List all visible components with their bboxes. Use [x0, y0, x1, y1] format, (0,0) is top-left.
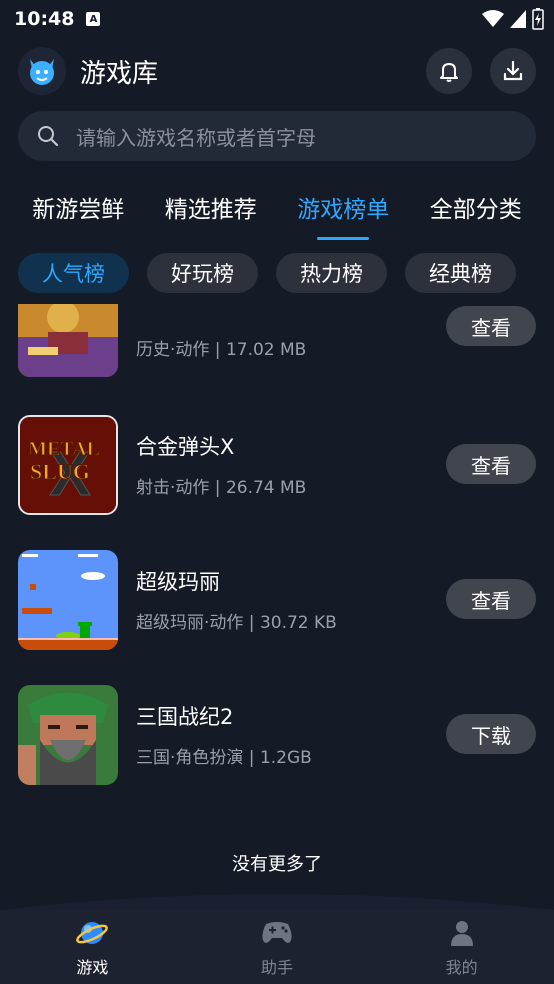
gamepad-icon [260, 916, 294, 950]
search-icon [38, 126, 59, 147]
nav-label: 助手 [261, 958, 294, 977]
chip-classic[interactable]: 经典榜 [405, 253, 516, 293]
nav-assistant[interactable]: 助手 [185, 910, 370, 984]
game-name: 三国战纪2 [136, 705, 234, 729]
notification-button[interactable] [426, 48, 472, 94]
download-game-button[interactable]: 下载 [446, 714, 536, 754]
notification-a-icon: A [86, 12, 101, 26]
chip-popular[interactable]: 人气榜 [18, 253, 129, 293]
thumb-title-line1: METAL [28, 438, 100, 460]
view-button[interactable]: 查看 [446, 444, 536, 484]
app-header: 游戏库 [18, 44, 536, 98]
search-input[interactable]: 请输入游戏名称或者首字母 [18, 111, 536, 161]
game-list: 历史·动作 | 17.02 MB 查看 X METAL SLUG 合金弹头X 射… [0, 304, 554, 904]
status-time: 10:48 [14, 8, 75, 30]
view-button[interactable]: 查看 [446, 306, 536, 346]
game-thumbnail [18, 685, 118, 785]
chip-fun[interactable]: 好玩榜 [147, 253, 258, 293]
nav-label: 我的 [445, 958, 478, 977]
list-item[interactable]: 三国战纪2 三国·角色扮演 | 1.2GB 下载 [18, 685, 536, 785]
tab-rankings[interactable]: 游戏榜单 [297, 186, 389, 240]
battery-icon [532, 8, 544, 30]
game-meta: 三国·角色扮演 | 1.2GB [136, 748, 312, 768]
tab-all-categories[interactable]: 全部分类 [430, 186, 522, 234]
bottom-navigation: 游戏 助手 我的 [0, 910, 554, 984]
game-name: 合金弹头X [136, 435, 235, 459]
list-item[interactable]: X METAL SLUG 合金弹头X 射击·动作 | 26.74 MB 查看 [18, 415, 536, 515]
wifi-icon [482, 10, 504, 27]
list-item[interactable]: 历史·动作 | 17.02 MB 查看 [18, 304, 536, 377]
list-item[interactable]: 超级玛丽 超级玛丽·动作 | 30.72 KB 查看 [18, 550, 536, 650]
bell-icon [440, 63, 458, 82]
game-thumbnail [18, 550, 118, 650]
user-icon [445, 916, 479, 950]
thumb-title-line2: SLUG [30, 459, 90, 484]
tab-featured[interactable]: 精选推荐 [165, 186, 257, 234]
status-bar: 10:48 A [0, 0, 554, 38]
main-tabs: 新游尝鲜 精选推荐 游戏榜单 全部分类 [0, 186, 554, 240]
ranking-filter-tabs: 人气榜 好玩榜 热力榜 经典榜 [18, 253, 538, 293]
game-name: 超级玛丽 [136, 570, 220, 594]
game-thumbnail [18, 304, 118, 377]
page-title: 游戏库 [80, 58, 159, 89]
nav-profile[interactable]: 我的 [369, 910, 554, 984]
chip-hot[interactable]: 热力榜 [276, 253, 387, 293]
nav-label: 游戏 [76, 958, 109, 977]
tab-new-games[interactable]: 新游尝鲜 [32, 186, 124, 234]
signal-icon [510, 10, 526, 28]
download-button[interactable] [490, 48, 536, 94]
search-placeholder: 请输入游戏名称或者首字母 [76, 125, 316, 150]
nav-games[interactable]: 游戏 [0, 910, 185, 984]
game-meta: 射击·动作 | 26.74 MB [136, 478, 307, 498]
view-button[interactable]: 查看 [446, 579, 536, 619]
game-meta: 历史·动作 | 17.02 MB [136, 340, 307, 360]
app-logo [18, 47, 66, 95]
planet-icon [75, 916, 109, 950]
game-thumbnail: X METAL SLUG [18, 415, 118, 515]
game-meta: 超级玛丽·动作 | 30.72 KB [136, 613, 337, 633]
download-icon [503, 60, 523, 81]
mascot-icon [30, 59, 54, 85]
list-end-text: 没有更多了 [232, 854, 322, 875]
